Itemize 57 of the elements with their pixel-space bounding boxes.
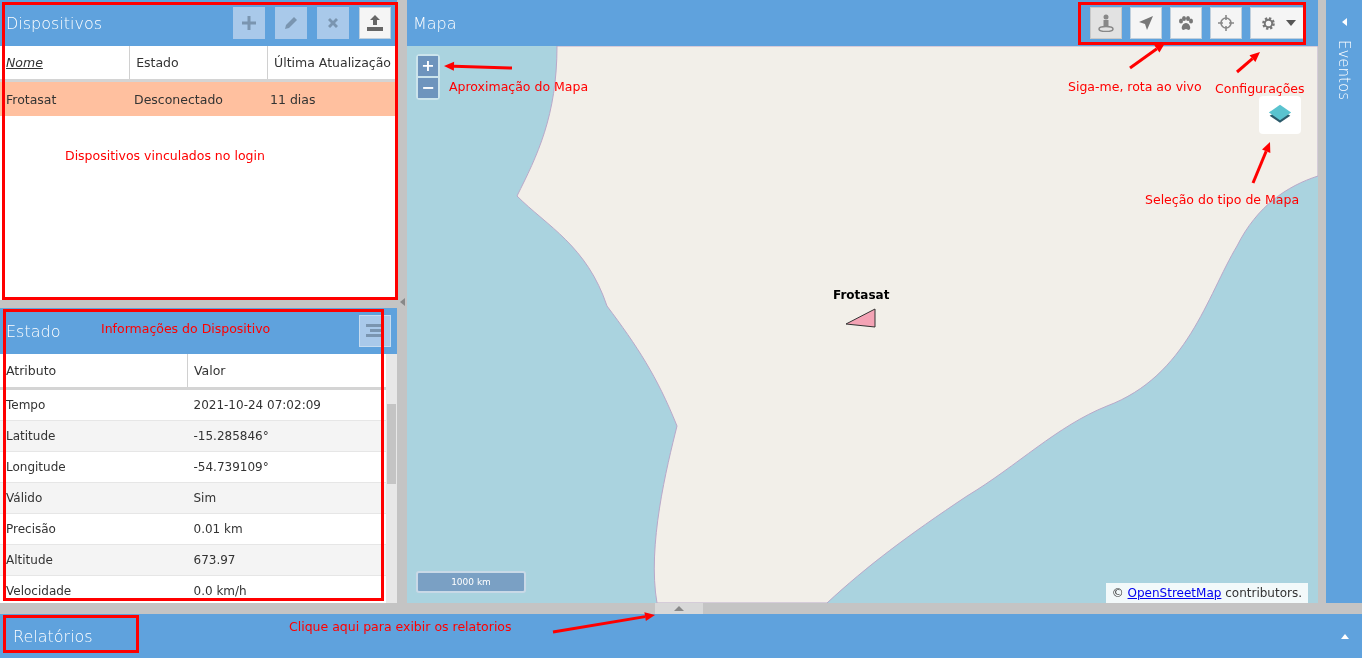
annotation-text: Informações do Dispositivo xyxy=(101,321,271,336)
annotation-text: Aproximação do Mapa xyxy=(449,79,589,94)
plus-icon xyxy=(242,16,256,30)
upload-icon xyxy=(366,15,384,31)
attribution-text: © OpenStreetMap contributors. xyxy=(1105,583,1308,603)
pencil-icon xyxy=(284,16,298,30)
openstreetmap-link[interactable]: OpenStreetMap xyxy=(1127,586,1222,600)
attribute-cell: Tempo xyxy=(0,388,188,421)
follow-button[interactable] xyxy=(1130,7,1162,39)
table-cell-text: Frotasat xyxy=(5,91,58,107)
sidebar-title: Eventos xyxy=(1335,40,1353,100)
device-row[interactable]: Frotasat Desconectado 11 dias xyxy=(0,82,397,116)
panel-title: Estado xyxy=(6,321,61,341)
table-cell-text: Desconectado xyxy=(133,91,224,107)
person-icon xyxy=(1098,14,1114,32)
caret-icon xyxy=(1285,20,1296,26)
expand-arrow-icon xyxy=(1341,633,1349,639)
annotation-arrow xyxy=(1129,43,1165,70)
scrollbar[interactable] xyxy=(386,354,397,603)
navigation-arrow-icon xyxy=(1139,16,1153,30)
scale-bar: 1000 km xyxy=(416,571,526,593)
layers-button[interactable] xyxy=(1259,96,1301,134)
collapse-arrow-icon[interactable] xyxy=(399,297,405,306)
center-button[interactable] xyxy=(1210,7,1242,39)
annotation-text: Clique aqui para exibir os relatorios xyxy=(289,619,512,634)
annotation-text: Siga-me, rota ao vivo xyxy=(1068,79,1202,94)
panel-title: Dispositivos xyxy=(6,13,103,33)
attribute-cell: Precisão xyxy=(0,513,188,545)
settings-icon xyxy=(1260,15,1276,31)
table-cell-text: 11 dias xyxy=(269,91,317,107)
upload-button[interactable] xyxy=(359,7,391,39)
attribute-cell: Velocidade xyxy=(0,575,188,603)
attribute-cell: Latitude xyxy=(0,420,188,452)
vehicle-marker-icon[interactable] xyxy=(845,308,878,328)
marker-label: Frotasat xyxy=(833,288,890,302)
expand-tab[interactable] xyxy=(655,603,703,614)
annotation-arrow xyxy=(1236,52,1260,74)
annotation-text: Seleção do tipo de Mapa xyxy=(1145,192,1300,207)
close-icon xyxy=(327,17,339,29)
annotation-text: Dispositivos vinculados no login xyxy=(65,148,265,163)
reports-title: Relatórios xyxy=(13,626,93,646)
annotation-text: Configurações xyxy=(1215,81,1305,96)
panel-title: Mapa xyxy=(413,13,457,33)
up-arrow-icon xyxy=(674,606,684,611)
crosshair-icon xyxy=(1218,15,1234,31)
attribute-cell: Válido xyxy=(0,482,188,514)
column-header: Atributo xyxy=(0,354,188,389)
settings-button[interactable] xyxy=(1250,7,1306,39)
annotation-arrow xyxy=(444,61,513,71)
annotation-arrow xyxy=(1251,142,1271,184)
expand-arrow-icon xyxy=(1341,18,1347,26)
list-icon xyxy=(366,324,384,338)
attribute-cell: Longitude xyxy=(0,451,188,483)
street-view-button[interactable] xyxy=(1090,7,1122,39)
attribute-cell: Altitude xyxy=(0,544,188,576)
route-button[interactable] xyxy=(1170,7,1202,39)
paw-icon xyxy=(1178,15,1194,31)
